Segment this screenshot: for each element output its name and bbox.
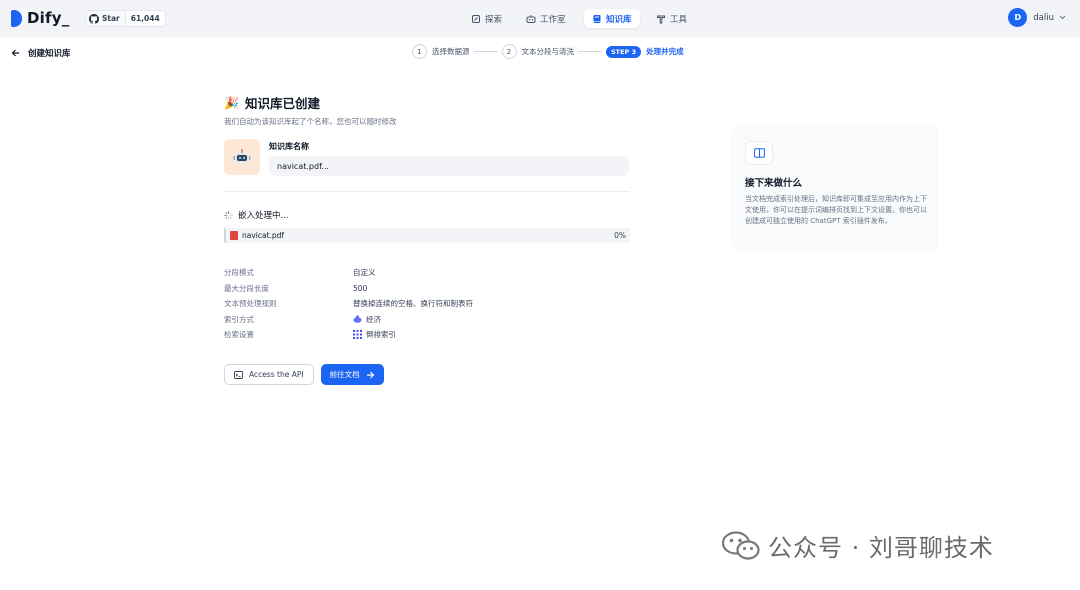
- prop-row: 检索设置 倒排索引: [224, 327, 630, 343]
- action-buttons: Access the API 前往文档: [224, 364, 384, 385]
- nav-studio[interactable]: 工作室: [526, 9, 566, 28]
- kb-avatar[interactable]: [224, 139, 260, 175]
- wechat-icon: [722, 530, 760, 560]
- nav-knowledge-label: 知识库: [606, 14, 632, 25]
- go-to-docs-label: 前往文档: [329, 370, 360, 379]
- loading-spinner-icon: [224, 210, 233, 220]
- file-progress: 0%: [614, 231, 626, 240]
- book-open-icon: [753, 148, 765, 158]
- watermark: 公众号 · 刘哥聊技术: [722, 528, 994, 563]
- robot-avatar-icon: [233, 149, 251, 163]
- nav-explore-label: 探索: [485, 14, 503, 25]
- step-2-number: 2: [501, 44, 517, 59]
- page-title-text: 知识库已创建: [244, 96, 320, 111]
- divider: [224, 191, 630, 192]
- prop-value-wrap: 经济: [353, 314, 381, 325]
- nav-knowledge[interactable]: 知识库: [584, 9, 640, 28]
- access-api-button[interactable]: Access the API: [224, 364, 314, 385]
- robot-icon: [526, 14, 536, 24]
- stepper: 1 选择数据源 2 文本分段与清洗 STEP 3 处理并完成: [412, 44, 684, 59]
- user-name: daliu: [1033, 12, 1054, 23]
- avatar: D: [1008, 8, 1028, 27]
- arrow-right-icon: [366, 371, 374, 378]
- next-steps-card: 接下来做什么 当文档完成索引处理后，知识库即可集成至应用内作为上下文使用，你可以…: [731, 125, 938, 251]
- back-label: 创建知识库: [28, 49, 71, 59]
- prop-value: 自定义: [353, 268, 376, 278]
- nav-tools[interactable]: 工具: [656, 9, 687, 28]
- step-1-number: 1: [412, 44, 427, 59]
- github-star-button[interactable]: Star 61,044: [85, 10, 166, 27]
- nav-tools-label: 工具: [670, 14, 688, 25]
- terminal-icon: [234, 370, 243, 379]
- access-api-label: Access the API: [249, 370, 304, 379]
- step-3-label: 处理并完成: [646, 47, 684, 56]
- arrow-left-icon: [11, 49, 19, 57]
- prop-row: 分段模式 自定义: [224, 265, 630, 281]
- star-count: 61,044: [130, 14, 160, 23]
- brand-name: Dify: [27, 9, 62, 27]
- prop-value-wrap: 倒排索引: [353, 329, 396, 340]
- kb-name-label: 知识库名称: [269, 142, 309, 151]
- go-to-docs-button[interactable]: 前往文档: [320, 364, 384, 385]
- prop-row: 最大分段长度 500: [224, 281, 630, 297]
- embedding-status-text: 嵌入处理中...: [238, 211, 289, 221]
- prop-key: 索引方式: [224, 314, 254, 324]
- chevron-down-icon: [1059, 15, 1066, 20]
- watermark-text: 公众号 · 刘哥聊技术: [768, 534, 994, 562]
- file-progress-row: navicat.pdf 0%: [224, 228, 630, 243]
- prop-key: 分段模式: [224, 268, 254, 278]
- main-content: 🎉 知识库已创建 我们自动为该知识库起了个名称，您也可以随时修改 知识库名称 n…: [224, 93, 630, 385]
- card-description: 当文档完成索引处理后，知识库即可集成至应用内作为上下文使用，你可以在提示词编排页…: [745, 195, 927, 225]
- step-3-badge: STEP 3: [606, 45, 642, 58]
- party-popper-icon: 🎉: [224, 95, 239, 110]
- card-title: 接下来做什么: [745, 178, 803, 189]
- prop-row: 文本预处理规则 替换掉连续的空格、换行符和制表符: [224, 296, 630, 312]
- prop-value: 倒排索引: [366, 330, 396, 340]
- grid-icon: [353, 330, 362, 340]
- logo-mark-icon: [11, 9, 22, 27]
- kb-name-input[interactable]: [269, 156, 629, 176]
- step-divider: [578, 51, 602, 52]
- step-divider: [473, 51, 498, 52]
- step-2-label: 文本分段与清洗: [521, 47, 575, 56]
- economy-icon: [353, 315, 362, 324]
- book-icon: [592, 14, 602, 24]
- explore-icon: [471, 14, 481, 24]
- top-bar: Dify _ Star 61,044 探索 工作室 知识库 工具 D daliu: [0, 0, 1080, 37]
- settings-summary: 分段模式 自定义 最大分段长度 500 文本预处理规则 替换掉连续的空格、换行符…: [224, 265, 630, 343]
- star-label: Star: [102, 14, 120, 23]
- user-menu[interactable]: D daliu: [1008, 8, 1066, 27]
- prop-key: 检索设置: [224, 330, 254, 340]
- nav-studio-label: 工作室: [540, 14, 566, 25]
- github-icon: [89, 13, 99, 24]
- dify-logo[interactable]: Dify _: [11, 9, 69, 27]
- prop-value: 替换掉连续的空格、换行符和制表符: [353, 299, 473, 309]
- prop-key: 最大分段长度: [224, 283, 269, 293]
- tool-icon: [656, 14, 666, 24]
- brand-underscore: _: [61, 9, 70, 27]
- nav-explore[interactable]: 探索: [471, 9, 502, 28]
- step-1-label: 选择数据源: [432, 47, 470, 56]
- pdf-file-icon: [230, 231, 238, 240]
- page-subtitle: 我们自动为该知识库起了个名称，您也可以随时修改: [224, 117, 397, 126]
- page-title: 🎉 知识库已创建: [224, 93, 630, 112]
- prop-value: 经济: [366, 314, 381, 324]
- prop-value: 500: [353, 283, 368, 293]
- card-icon-box: [745, 141, 773, 165]
- embedding-status: 嵌入处理中...: [224, 209, 289, 221]
- sub-header: 创建知识库 1 选择数据源 2 文本分段与清洗 STEP 3 处理并完成: [0, 37, 1080, 67]
- prop-key: 文本预处理规则: [224, 299, 277, 309]
- prop-row: 索引方式 经济: [224, 312, 630, 328]
- file-name: navicat.pdf: [242, 231, 285, 240]
- back-button[interactable]: 创建知识库: [11, 47, 71, 59]
